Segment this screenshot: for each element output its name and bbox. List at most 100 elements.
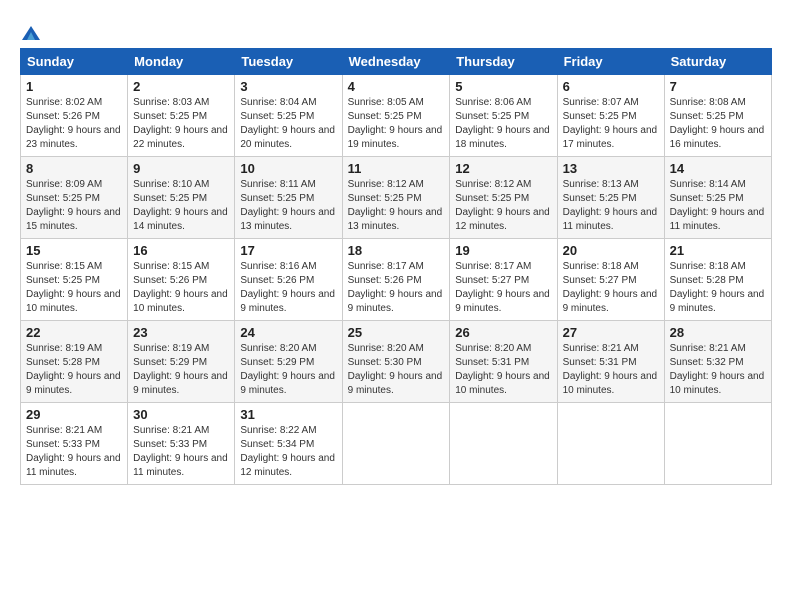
- day-number: 6: [563, 79, 659, 94]
- day-number: 30: [133, 407, 229, 422]
- calendar-cell: 30 Sunrise: 8:21 AMSunset: 5:33 PMDayligh…: [128, 403, 235, 485]
- calendar-cell: [342, 403, 450, 485]
- calendar-header-monday: Monday: [128, 49, 235, 75]
- calendar-cell: 23 Sunrise: 8:19 AMSunset: 5:29 PMDayligh…: [128, 321, 235, 403]
- day-detail: Sunrise: 8:22 AMSunset: 5:34 PMDaylight:…: [240, 425, 335, 478]
- day-number: 25: [348, 325, 445, 340]
- day-detail: Sunrise: 8:21 AMSunset: 5:33 PMDaylight:…: [26, 425, 121, 478]
- day-detail: Sunrise: 8:14 AMSunset: 5:25 PMDaylight:…: [670, 179, 765, 232]
- logo-text-block: [20, 22, 40, 42]
- calendar-cell: 26 Sunrise: 8:20 AMSunset: 5:31 PMDayligh…: [450, 321, 557, 403]
- calendar-cell: 14Sunrise: 8:14 AMSunset: 5:25 PMDayligh…: [664, 157, 771, 239]
- day-number: 10: [240, 161, 336, 176]
- calendar-header-saturday: Saturday: [664, 49, 771, 75]
- day-detail: Sunrise: 8:20 AMSunset: 5:30 PMDaylight:…: [348, 343, 443, 396]
- day-number: 5: [455, 79, 551, 94]
- calendar-cell: 10 Sunrise: 8:11 AMSunset: 5:25 PMDayligh…: [235, 157, 342, 239]
- day-detail: Sunrise: 8:06 AMSunset: 5:25 PMDaylight:…: [455, 97, 550, 150]
- day-number: 12: [455, 161, 551, 176]
- day-detail: Sunrise: 8:18 AMSunset: 5:28 PMDaylight:…: [670, 261, 765, 314]
- day-number: 3: [240, 79, 336, 94]
- calendar-table: SundayMondayTuesdayWednesdayThursdayFrid…: [20, 48, 772, 485]
- day-number: 8: [26, 161, 122, 176]
- day-detail: Sunrise: 8:18 AMSunset: 5:27 PMDaylight:…: [563, 261, 658, 314]
- calendar-cell: 13 Sunrise: 8:13 AMSunset: 5:25 PMDayligh…: [557, 157, 664, 239]
- day-detail: Sunrise: 8:05 AMSunset: 5:25 PMDaylight:…: [348, 97, 443, 150]
- calendar-header-tuesday: Tuesday: [235, 49, 342, 75]
- day-detail: Sunrise: 8:20 AMSunset: 5:29 PMDaylight:…: [240, 343, 335, 396]
- day-number: 20: [563, 243, 659, 258]
- calendar-cell: 12 Sunrise: 8:12 AMSunset: 5:25 PMDayligh…: [450, 157, 557, 239]
- day-number: 31: [240, 407, 336, 422]
- day-number: 9: [133, 161, 229, 176]
- calendar-cell: 9 Sunrise: 8:10 AMSunset: 5:25 PMDaylight…: [128, 157, 235, 239]
- day-number: 13: [563, 161, 659, 176]
- day-number: 22: [26, 325, 122, 340]
- calendar-cell: 29Sunrise: 8:21 AMSunset: 5:33 PMDayligh…: [21, 403, 128, 485]
- day-number: 27: [563, 325, 659, 340]
- calendar-cell: 21 Sunrise: 8:18 AMSunset: 5:28 PMDayligh…: [664, 239, 771, 321]
- calendar-header-sunday: Sunday: [21, 49, 128, 75]
- logo: [20, 22, 40, 42]
- day-number: 21: [670, 243, 766, 258]
- day-number: 4: [348, 79, 445, 94]
- calendar-week-5: 29Sunrise: 8:21 AMSunset: 5:33 PMDayligh…: [21, 403, 772, 485]
- day-number: 23: [133, 325, 229, 340]
- calendar-week-3: 15 Sunrise: 8:15 AMSunset: 5:25 PMDayligh…: [21, 239, 772, 321]
- day-number: 26: [455, 325, 551, 340]
- day-detail: Sunrise: 8:04 AMSunset: 5:25 PMDaylight:…: [240, 97, 335, 150]
- calendar-cell: 2Sunrise: 8:03 AMSunset: 5:25 PMDaylight…: [128, 75, 235, 157]
- calendar-cell: 6 Sunrise: 8:07 AMSunset: 5:25 PMDaylight…: [557, 75, 664, 157]
- calendar-header-friday: Friday: [557, 49, 664, 75]
- calendar-cell: 16Sunrise: 8:15 AMSunset: 5:26 PMDayligh…: [128, 239, 235, 321]
- day-number: 18: [348, 243, 445, 258]
- calendar-cell: 19 Sunrise: 8:17 AMSunset: 5:27 PMDayligh…: [450, 239, 557, 321]
- day-detail: Sunrise: 8:21 AMSunset: 5:31 PMDaylight:…: [563, 343, 658, 396]
- day-detail: Sunrise: 8:17 AMSunset: 5:27 PMDaylight:…: [455, 261, 550, 314]
- calendar-cell: 22 Sunrise: 8:19 AMSunset: 5:28 PMDayligh…: [21, 321, 128, 403]
- day-detail: Sunrise: 8:10 AMSunset: 5:25 PMDaylight:…: [133, 179, 228, 232]
- calendar-header-row: SundayMondayTuesdayWednesdayThursdayFrid…: [21, 49, 772, 75]
- calendar-week-4: 22 Sunrise: 8:19 AMSunset: 5:28 PMDayligh…: [21, 321, 772, 403]
- calendar-cell: 1 Sunrise: 8:02 AMSunset: 5:26 PMDaylight…: [21, 75, 128, 157]
- day-detail: Sunrise: 8:03 AMSunset: 5:25 PMDaylight:…: [133, 97, 228, 150]
- day-number: 11: [348, 161, 445, 176]
- day-detail: Sunrise: 8:12 AMSunset: 5:25 PMDaylight:…: [348, 179, 443, 232]
- day-detail: Sunrise: 8:19 AMSunset: 5:29 PMDaylight:…: [133, 343, 228, 396]
- calendar-cell: 18Sunrise: 8:17 AMSunset: 5:26 PMDayligh…: [342, 239, 450, 321]
- calendar-cell: 25 Sunrise: 8:20 AMSunset: 5:30 PMDayligh…: [342, 321, 450, 403]
- day-detail: Sunrise: 8:08 AMSunset: 5:25 PMDaylight:…: [670, 97, 765, 150]
- day-detail: Sunrise: 8:09 AMSunset: 5:25 PMDaylight:…: [26, 179, 121, 232]
- calendar-cell: [450, 403, 557, 485]
- day-detail: Sunrise: 8:02 AMSunset: 5:26 PMDaylight:…: [26, 97, 121, 150]
- day-number: 16: [133, 243, 229, 258]
- calendar-cell: 5 Sunrise: 8:06 AMSunset: 5:25 PMDaylight…: [450, 75, 557, 157]
- day-number: 1: [26, 79, 122, 94]
- page-container: SundayMondayTuesdayWednesdayThursdayFrid…: [0, 0, 792, 495]
- logo-icon: [22, 26, 40, 40]
- calendar-cell: 11 Sunrise: 8:12 AMSunset: 5:25 PMDayligh…: [342, 157, 450, 239]
- day-number: 19: [455, 243, 551, 258]
- calendar-cell: 8 Sunrise: 8:09 AMSunset: 5:25 PMDaylight…: [21, 157, 128, 239]
- calendar-header-wednesday: Wednesday: [342, 49, 450, 75]
- day-detail: Sunrise: 8:21 AMSunset: 5:33 PMDaylight:…: [133, 425, 228, 478]
- logo-line1: [20, 22, 40, 42]
- day-detail: Sunrise: 8:13 AMSunset: 5:25 PMDaylight:…: [563, 179, 658, 232]
- calendar-cell: 20 Sunrise: 8:18 AMSunset: 5:27 PMDayligh…: [557, 239, 664, 321]
- calendar-cell: 4 Sunrise: 8:05 AMSunset: 5:25 PMDaylight…: [342, 75, 450, 157]
- day-detail: Sunrise: 8:07 AMSunset: 5:25 PMDaylight:…: [563, 97, 658, 150]
- calendar-cell: 7 Sunrise: 8:08 AMSunset: 5:25 PMDaylight…: [664, 75, 771, 157]
- calendar-week-1: 1 Sunrise: 8:02 AMSunset: 5:26 PMDaylight…: [21, 75, 772, 157]
- day-detail: Sunrise: 8:15 AMSunset: 5:25 PMDaylight:…: [26, 261, 121, 314]
- calendar-cell: [664, 403, 771, 485]
- day-detail: Sunrise: 8:20 AMSunset: 5:31 PMDaylight:…: [455, 343, 550, 396]
- day-detail: Sunrise: 8:19 AMSunset: 5:28 PMDaylight:…: [26, 343, 121, 396]
- calendar-cell: 28Sunrise: 8:21 AMSunset: 5:32 PMDayligh…: [664, 321, 771, 403]
- day-detail: Sunrise: 8:11 AMSunset: 5:25 PMDaylight:…: [240, 179, 335, 232]
- calendar-cell: [557, 403, 664, 485]
- day-number: 7: [670, 79, 766, 94]
- day-number: 15: [26, 243, 122, 258]
- calendar-cell: 24Sunrise: 8:20 AMSunset: 5:29 PMDayligh…: [235, 321, 342, 403]
- day-detail: Sunrise: 8:12 AMSunset: 5:25 PMDaylight:…: [455, 179, 550, 232]
- calendar-cell: 3 Sunrise: 8:04 AMSunset: 5:25 PMDaylight…: [235, 75, 342, 157]
